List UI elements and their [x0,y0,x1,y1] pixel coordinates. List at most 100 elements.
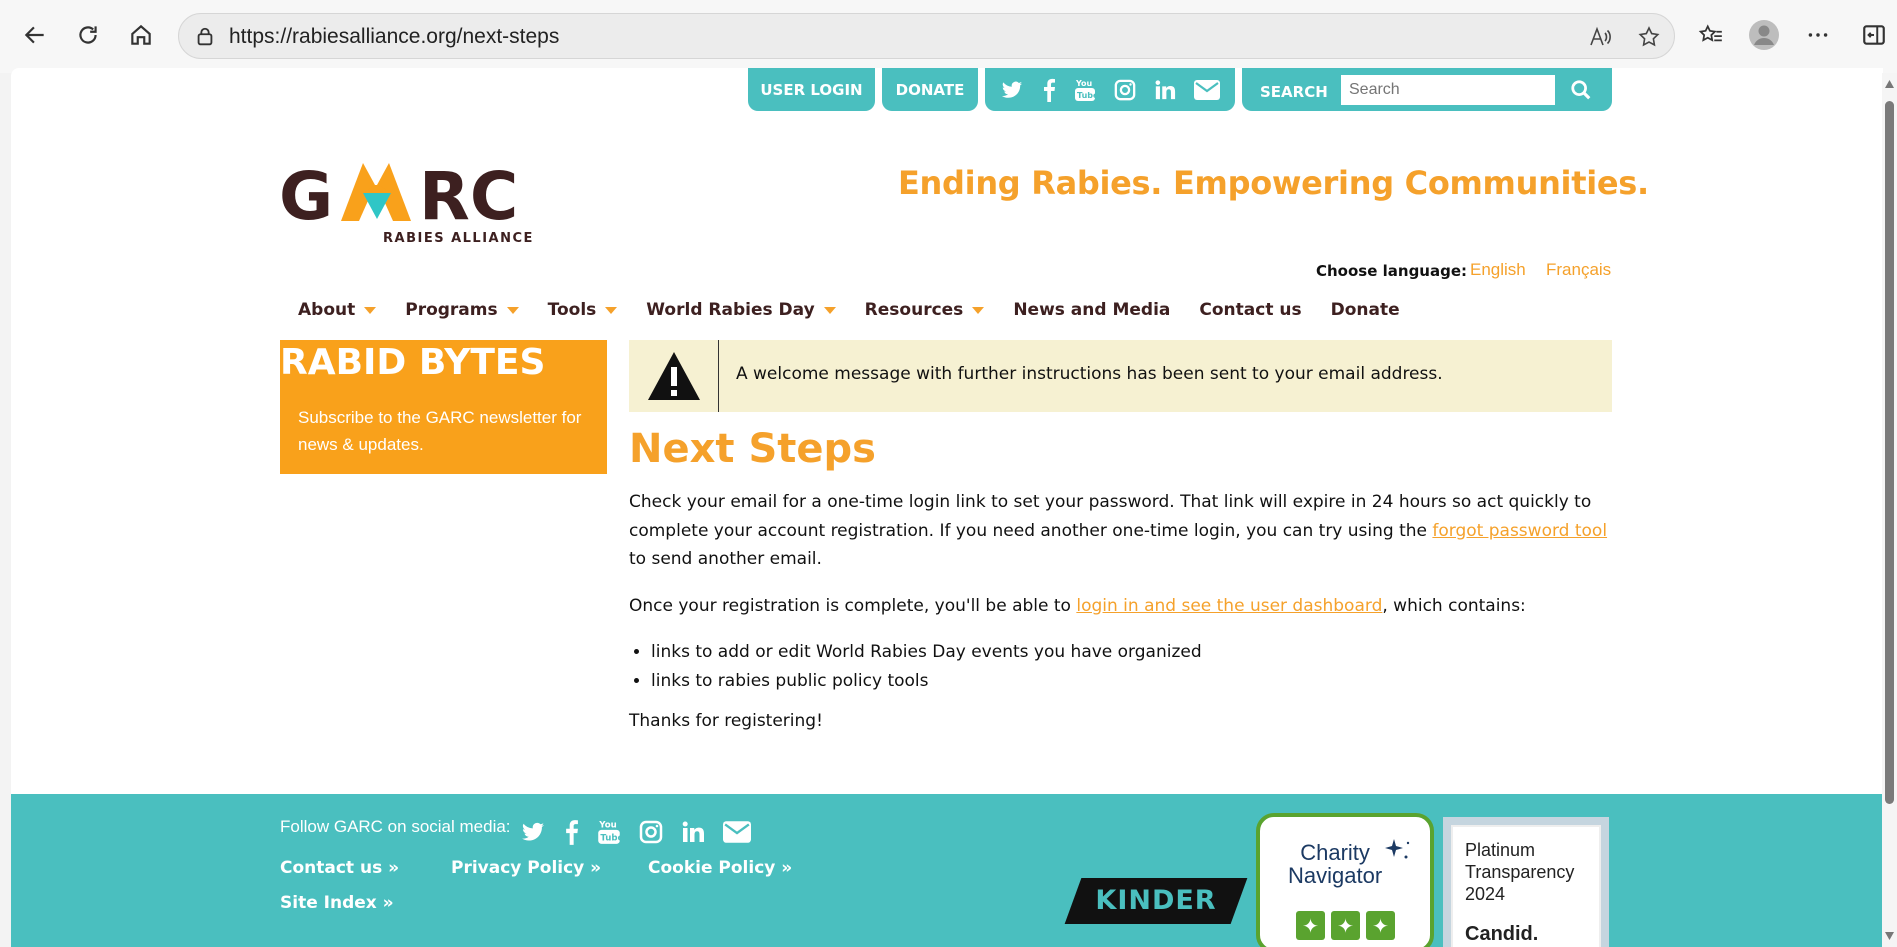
choose-language-label: Choose language: [1316,262,1468,280]
scroll-thumb[interactable] [1885,101,1894,804]
svg-text:Tube: Tube [600,834,621,844]
paragraph-2: Once your registration is complete, you'… [629,592,1619,621]
scroll-down-icon[interactable] [1884,931,1895,941]
candid-transparency-badge[interactable]: Platinum Transparency 2024 Candid. [1443,817,1609,947]
sparkle-icon [1385,839,1410,859]
site-info-icon[interactable] [194,26,216,52]
search-bar: SEARCH [1242,68,1612,111]
search-input[interactable] [1341,75,1555,105]
candid-badge-inner: Platinum Transparency 2024 Candid. [1451,825,1601,947]
search-label: SEARCH [1260,83,1328,101]
footer-cookie-link[interactable]: Cookie Policy » [648,858,792,878]
footer-privacy-link[interactable]: Privacy Policy » [451,858,601,878]
donate-top-label: DONATE [895,80,965,99]
status-message-text: A welcome message with further instructi… [736,364,1443,384]
instagram-icon[interactable] [1114,79,1136,101]
twitter-icon[interactable] [1000,79,1024,101]
nav-news-and-media[interactable]: News and Media [1013,300,1170,320]
svg-text:RC: RC [419,158,518,227]
nav-contact-us-label: Contact us [1199,300,1302,320]
donate-top-button[interactable]: DONATE [882,68,978,111]
svg-text:G: G [279,158,333,227]
youtube-icon[interactable]: You Tube [1074,77,1096,103]
logo-subtitle: RABIES ALLIANCE [383,231,534,246]
facebook-icon[interactable] [1042,78,1056,102]
web-page: USER LOGIN DONATE You Tube SEARCH G RC RA… [11,68,1883,947]
svg-text:You: You [1075,79,1093,88]
svg-text:You: You [598,821,617,831]
instagram-icon[interactable] [639,820,663,844]
linkedin-icon[interactable] [681,820,705,844]
features-list: links to add or edit World Rabies Day ev… [651,638,1619,695]
browser-toolbar: https://rabiesalliance.org/next-steps [0,0,1897,73]
page-scrollbar[interactable] [1882,73,1897,947]
linkedin-icon[interactable] [1154,79,1176,101]
list-item: links to rabies public policy tools [651,667,1619,696]
social-top-bar: You Tube [985,68,1235,111]
rabid-bytes-title: RABID BYTES [280,342,546,383]
alert-icon-box [629,340,719,412]
email-icon[interactable] [1194,79,1220,100]
candid-line-4: Candid. [1465,923,1539,945]
address-bar[interactable]: https://rabiesalliance.org/next-steps [178,13,1675,59]
sidebar-toggle-icon[interactable] [1856,17,1892,53]
user-dashboard-link[interactable]: login in and see the user dashboard [1076,596,1382,616]
main-nav: About Programs Tools World Rabies Day Re… [298,300,1429,320]
kinder-logo[interactable]: KINDER [1064,878,1248,924]
twitter-icon[interactable] [520,820,546,844]
rabid-bytes-text: Subscribe to the GARC newsletter for new… [298,408,582,454]
rabid-bytes-panel[interactable]: RABID BYTES Subscribe to the GARC newsle… [280,340,607,474]
svg-text:Tube: Tube [1077,91,1096,100]
nav-tools[interactable]: Tools [548,300,618,320]
favorite-star-icon[interactable] [1637,25,1661,53]
home-icon[interactable] [123,17,159,53]
paragraph-1-text-b: to send another email. [629,549,822,569]
favorites-icon[interactable] [1693,17,1729,53]
email-icon[interactable] [723,821,751,843]
footer-contact-link[interactable]: Contact us » [280,858,399,878]
chevron-down-icon [506,306,519,314]
kinder-logo-text: KINDER [1095,885,1217,916]
lang-english-link[interactable]: English [1470,260,1526,280]
read-aloud-icon[interactable] [1588,25,1612,53]
youtube-icon[interactable]: You Tube [597,818,621,846]
user-login-label: USER LOGIN [760,80,863,99]
candid-line-2: Transparency [1465,862,1575,882]
chevron-down-icon [605,306,618,314]
search-icon[interactable] [1570,79,1592,101]
lang-french-link[interactable]: Français [1546,260,1611,280]
nav-resources[interactable]: Resources [865,300,985,320]
more-menu-icon[interactable] [1800,17,1836,53]
profile-avatar-icon[interactable] [1746,17,1782,53]
paragraph-1: Check your email for a one-time login li… [629,488,1619,574]
nav-resources-label: Resources [864,300,964,320]
scroll-up-icon[interactable] [1884,79,1895,89]
warning-icon [647,352,700,400]
charity-line-2: Navigator [1288,863,1383,888]
paragraph-2-text-a: Once your registration is complete, you'… [629,595,1077,616]
main-content: Check your email for a one-time login li… [629,488,1619,754]
url-text[interactable]: https://rabiesalliance.org/next-steps [229,25,559,49]
refresh-icon[interactable] [70,17,106,53]
charity-navigator-badge[interactable]: Charity Navigator ✦ ✦ ✦ [1256,813,1434,947]
user-login-button[interactable]: USER LOGIN [748,68,875,111]
nav-programs[interactable]: Programs [405,300,519,320]
facebook-icon[interactable] [564,819,579,845]
star-icon: ✦ [1366,911,1395,940]
nav-world-rabies-day[interactable]: World Rabies Day [646,300,836,320]
footer-site-index-link[interactable]: Site Index » [280,893,394,913]
forgot-password-link[interactable]: forgot password tool [1432,521,1607,541]
chevron-down-icon [364,306,377,314]
nav-donate[interactable]: Donate [1331,300,1400,320]
footer: Follow GARC on social media: You Tube Con… [11,794,1883,947]
charity-line-1: Charity [1300,840,1370,865]
back-icon[interactable] [17,17,53,53]
garc-logo[interactable]: G RC [279,155,547,227]
thanks-text: Thanks for registering! [629,711,823,731]
nav-tools-label: Tools [547,300,597,320]
nav-about[interactable]: About [298,300,377,320]
charity-navigator-text: Charity Navigator [1288,841,1382,887]
nav-contact-us[interactable]: Contact us [1199,300,1301,320]
list-item: links to add or edit World Rabies Day ev… [651,638,1619,667]
footer-follow-label: Follow GARC on social media: [280,817,511,836]
